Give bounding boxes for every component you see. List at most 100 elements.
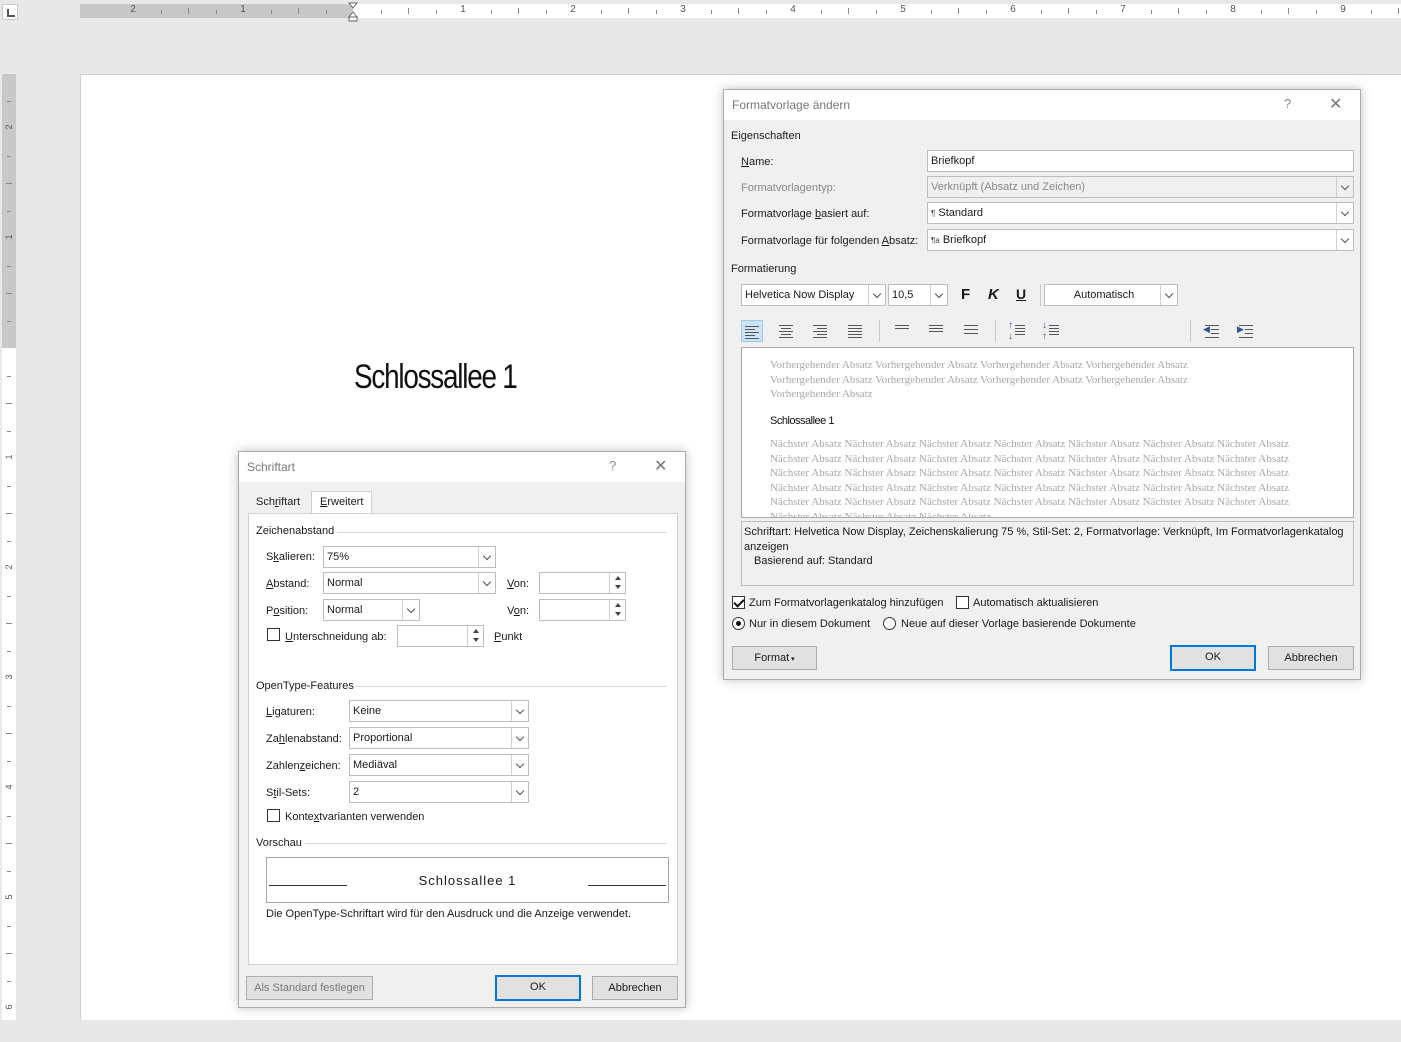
line-spacing-single-icon[interactable] <box>891 320 913 342</box>
new-documents-radio[interactable] <box>883 617 896 630</box>
cancel-button[interactable]: Abbrechen <box>592 976 678 1000</box>
ligatures-select[interactable]: Keine <box>349 700 529 722</box>
only-this-document-radio[interactable] <box>732 617 745 630</box>
close-icon[interactable]: ✕ <box>654 456 667 476</box>
ruler-tick <box>7 485 11 487</box>
icon-line <box>1049 331 1059 332</box>
icon-line <box>781 328 791 329</box>
ruler-tick <box>7 375 11 377</box>
number-spacing-select[interactable]: Proportional <box>349 727 529 749</box>
horizontal-ruler[interactable]: 2 1 1 2 3 4 5 6 7 8 9 <box>0 0 1401 24</box>
ruler-number: 3 <box>4 674 14 680</box>
spacing-label: Abstand: <box>266 578 310 590</box>
dialog-titlebar[interactable]: Formatvorlage ändern ? ✕ <box>724 90 1360 120</box>
preview-previous-paragraph: Vorhergehender Absatz Vorhergehender Abs… <box>770 359 1188 400</box>
ruler-tick <box>7 265 11 267</box>
decrease-indent-icon[interactable]: ◀ <box>1201 320 1223 342</box>
format-menu-button[interactable]: Format ▾ <box>732 646 817 670</box>
icon-line <box>964 329 978 330</box>
align-right-icon[interactable] <box>809 320 831 342</box>
tab-selector-icon[interactable] <box>2 4 18 20</box>
stylistic-sets-select[interactable]: 2 <box>349 781 529 803</box>
align-center-icon[interactable] <box>775 320 797 342</box>
auto-update-checkbox[interactable] <box>956 596 969 609</box>
contextual-alternates-checkbox[interactable] <box>267 809 280 822</box>
document-heading[interactable]: Schlossallee 1 <box>354 358 518 397</box>
position-by-input[interactable] <box>539 599 626 621</box>
section-properties: Eigenschaften <box>731 130 801 142</box>
kerning-input[interactable] <box>397 625 484 647</box>
tab-font[interactable]: Schriftart <box>248 492 308 514</box>
style-type-select[interactable]: Verknüpft (Absatz und Zeichen) <box>927 176 1354 198</box>
ruler-tick <box>985 10 987 14</box>
indent-marker-icon[interactable] <box>348 2 358 22</box>
spinner-icon[interactable] <box>467 626 483 646</box>
spacing-by-input[interactable] <box>539 572 626 594</box>
font-select[interactable]: Helvetica Now Display <box>741 284 886 306</box>
increase-indent-icon[interactable]: ▶ <box>1235 320 1257 342</box>
icon-line <box>817 328 827 329</box>
next-style-label: Formatvorlage für folgenden Absatz: <box>741 235 919 247</box>
underline-button[interactable]: U <box>1016 286 1026 302</box>
vertical-ruler[interactable]: 2 1 1 2 3 4 5 6 <box>0 74 18 1024</box>
tab-font-rest: art <box>287 496 301 508</box>
ok-button[interactable]: OK <box>495 975 581 1001</box>
stylistic-sets-label: Stil-Sets: <box>266 787 311 799</box>
position-select[interactable]: Normal <box>323 599 420 621</box>
tab-advanced[interactable]: Erweitert <box>311 491 373 514</box>
paragraph-mark-icon: ¶ <box>931 209 936 218</box>
help-icon[interactable]: ? <box>609 458 616 473</box>
font-value: Helvetica Now Display <box>745 289 855 301</box>
dialog-titlebar[interactable]: Schriftart ? ✕ <box>239 452 685 482</box>
ruler-tick <box>6 623 12 624</box>
align-left-icon[interactable] <box>741 320 763 342</box>
font-color-select[interactable]: Automatisch <box>1044 284 1178 306</box>
spinner-icon[interactable] <box>609 573 625 593</box>
chevron-down-icon <box>1336 177 1353 197</box>
arrow-left-icon: ◀ <box>1203 324 1210 334</box>
ruler-tick <box>1178 8 1179 14</box>
add-to-gallery-checkbox[interactable] <box>732 596 745 609</box>
decrease-paragraph-spacing-icon[interactable]: ↓ ↑ <box>1040 320 1062 342</box>
preview-next-paragraph: Nächster Absatz Nächster Absatz Nächster… <box>770 438 1289 518</box>
spinner-icon[interactable] <box>609 600 625 620</box>
ruler-tick <box>7 925 11 927</box>
bold-button[interactable]: F <box>961 286 970 303</box>
number-spacing-label: Zahlenabstand: <box>266 733 342 745</box>
icon-line <box>1015 328 1025 329</box>
number-spacing-value: Proportional <box>353 732 413 744</box>
based-on-select[interactable]: ¶ Standard <box>927 202 1354 224</box>
italic-button[interactable]: K <box>988 286 999 303</box>
font-size-select[interactable]: 10,5 <box>888 284 948 306</box>
stylistic-sets-value: 2 <box>353 786 360 798</box>
icon-line <box>1239 337 1253 338</box>
icon-line <box>1049 328 1059 329</box>
number-forms-value: Mediäval <box>353 759 398 771</box>
close-icon[interactable]: ✕ <box>1329 94 1342 114</box>
spacing-select[interactable]: Normal <box>323 572 496 594</box>
increase-paragraph-spacing-icon[interactable]: ↑ ↓ <box>1006 320 1028 342</box>
line-spacing-double-icon[interactable] <box>960 320 982 342</box>
ruler-tick <box>1095 10 1097 14</box>
icon-line <box>813 331 827 332</box>
cancel-button[interactable]: Abbrechen <box>1268 646 1354 670</box>
ruler-number: 6 <box>1010 4 1016 15</box>
help-icon[interactable]: ? <box>1284 96 1291 111</box>
set-as-default-button[interactable]: Als Standard festlegen <box>246 976 373 1000</box>
spacing-by-label: Von: <box>507 578 530 590</box>
icon-line <box>964 333 978 334</box>
dialog-title: Formatvorlage ändern <box>732 98 851 112</box>
kerning-checkbox[interactable] <box>267 628 280 641</box>
format-button-label: Format <box>754 652 790 664</box>
scale-select[interactable]: 75% <box>323 546 496 568</box>
align-justify-icon[interactable] <box>844 320 866 342</box>
icon-line <box>745 326 759 327</box>
style-type-label: Formatvorlagentyp: <box>741 182 836 194</box>
number-forms-select[interactable]: Mediäval <box>349 754 529 776</box>
next-style-select[interactable]: ¶a Briefkopf <box>927 229 1354 251</box>
name-input[interactable]: Briefkopf <box>927 150 1354 172</box>
ok-button[interactable]: OK <box>1170 645 1256 671</box>
ruler-number: 2 <box>4 564 14 570</box>
based-on-value: Standard <box>938 207 984 219</box>
line-spacing-onehalf-icon[interactable] <box>925 320 947 342</box>
